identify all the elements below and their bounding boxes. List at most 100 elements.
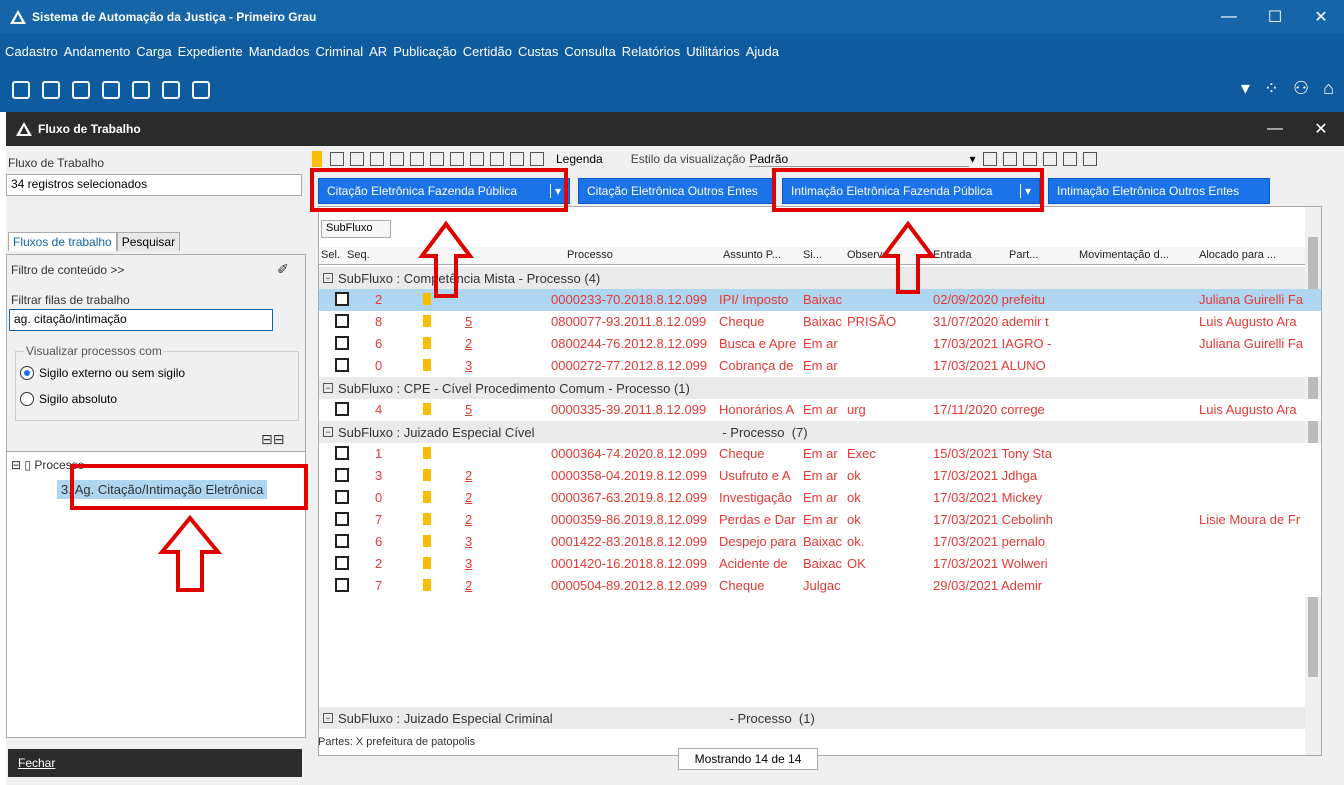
tool-icon-5[interactable]	[430, 152, 444, 166]
menu-certidao[interactable]: Certidão	[463, 44, 512, 59]
tool-icon-8[interactable]	[490, 152, 504, 166]
cell-count[interactable]: 3	[465, 534, 479, 549]
cell-count[interactable]: 2	[465, 490, 479, 505]
estilo-dropdown-icon[interactable]: ▾	[969, 152, 975, 166]
table-row[interactable]: 7 2 0000359-86.2019.8.12.099 Perdas e Dar Em…	[319, 509, 1321, 531]
col-seq[interactable]: Seq.	[347, 249, 370, 261]
menu-criminal[interactable]: Criminal	[315, 44, 363, 59]
maximize-button[interactable]: ☐	[1252, 0, 1298, 34]
col-alocado[interactable]: Alocado para ...	[1199, 249, 1276, 261]
row-checkbox[interactable]	[335, 402, 349, 416]
bookmark-icon[interactable]	[312, 151, 322, 167]
col-processo[interactable]: Processo	[567, 249, 613, 261]
cell-count[interactable]: 3	[465, 358, 479, 373]
save-icon[interactable]	[983, 152, 998, 166]
tool-icon-2[interactable]	[370, 152, 384, 166]
row-checkbox[interactable]	[335, 446, 349, 460]
expand-tree-icon[interactable]: ⊟⊟	[261, 431, 284, 448]
users-icon[interactable]: ⚇	[1293, 78, 1309, 99]
tool-icon-1[interactable]	[350, 152, 364, 166]
tab-pesquisar[interactable]: Pesquisar	[116, 232, 181, 251]
group-juizado-civel[interactable]: − SubFluxo : Juizado Especial Cível - Pro…	[319, 421, 1321, 443]
row-checkbox[interactable]	[335, 534, 349, 548]
table-row[interactable]: 3 2 0000358-04.2019.8.12.099 Usufruto e A Em…	[319, 465, 1321, 487]
menu-carga[interactable]: Carga	[136, 44, 171, 59]
menu-publicacao[interactable]: Publicação	[393, 44, 457, 59]
network-icon[interactable]	[132, 81, 150, 99]
minimize-button[interactable]: —	[1206, 0, 1252, 34]
table-row[interactable]: 7 2 0000504-89.2012.8.12.099 Cheque Julgac 29…	[319, 575, 1321, 597]
filtrar-input[interactable]: ag. citação/intimação	[9, 309, 273, 331]
group-cpe[interactable]: − SubFluxo : CPE - Cível Procedimento Com…	[319, 377, 1321, 399]
tool-icon-4[interactable]	[410, 152, 424, 166]
menu-mandados[interactable]: Mandados	[249, 44, 310, 59]
filtro-conteudo-link[interactable]: Filtro de conteúdo >>	[11, 263, 124, 277]
trash-icon[interactable]	[1083, 152, 1098, 166]
clear-filter-icon[interactable]: ✐	[277, 261, 289, 278]
table-row[interactable]: 6 2 0800244-76.2012.8.12.099 Busca e Apre Em…	[319, 333, 1321, 355]
row-checkbox[interactable]	[335, 336, 349, 350]
row-checkbox[interactable]	[335, 358, 349, 372]
cell-count[interactable]: 2	[465, 468, 479, 483]
window-icon[interactable]	[192, 81, 210, 99]
row-checkbox[interactable]	[335, 578, 349, 592]
cell-count[interactable]: 2	[465, 512, 479, 527]
sub-minimize-button[interactable]: —	[1252, 112, 1298, 146]
refresh-icon[interactable]	[330, 152, 344, 166]
search-icon[interactable]	[42, 81, 60, 99]
edit-icon[interactable]	[12, 81, 30, 99]
table-row[interactable]: 1 0000364-74.2020.8.12.099 Cheque Em ar Exec…	[319, 443, 1321, 465]
estilo-select[interactable]: Padrão	[749, 152, 970, 167]
row-checkbox[interactable]	[335, 512, 349, 526]
col-entrada[interactable]: Entrada	[933, 249, 972, 261]
loading-icon[interactable]: ⁘	[1264, 78, 1279, 99]
tab-fluxos[interactable]: Fluxos de trabalho	[8, 232, 117, 251]
row-checkbox[interactable]	[335, 556, 349, 570]
calendar-icon[interactable]	[72, 81, 90, 99]
table-row[interactable]: 2 3 0001420-16.2018.8.12.099 Acidente de Bai…	[319, 553, 1321, 575]
tool-icon-6[interactable]	[450, 152, 464, 166]
legenda-label[interactable]: Legenda	[556, 152, 603, 166]
col-assunto[interactable]: Assunto P...	[723, 249, 781, 261]
tool-icon-3[interactable]	[390, 152, 404, 166]
menu-andamento[interactable]: Andamento	[64, 44, 131, 59]
col-movimentacao[interactable]: Movimentação d...	[1079, 249, 1169, 261]
radio-sigilo-externo[interactable]: Sigilo externo ou sem sigilo	[20, 366, 185, 380]
table-row[interactable]: 6 3 0001422-83.2018.8.12.099 Despejo para Ba…	[319, 531, 1321, 553]
menu-relatorios[interactable]: Relatórios	[622, 44, 681, 59]
table-row[interactable]: 0 2 0000367-63.2019.8.12.099 Investigação Em…	[319, 487, 1321, 509]
menu-consulta[interactable]: Consulta	[564, 44, 615, 59]
subfluxo-group-tag[interactable]: SubFluxo	[321, 220, 391, 238]
fechar-button[interactable]: Fechar	[8, 749, 302, 777]
menu-ar[interactable]: AR	[369, 44, 387, 59]
delete-icon[interactable]	[1003, 152, 1018, 166]
menu-expediente[interactable]: Expediente	[178, 44, 243, 59]
col-si[interactable]: Si...	[803, 249, 822, 261]
btn-citacao-outros[interactable]: Citação Eletrônica Outros Entes	[578, 178, 774, 204]
row-checkbox[interactable]	[335, 314, 349, 328]
close-button[interactable]: ✕	[1298, 0, 1344, 34]
row-checkbox[interactable]	[335, 292, 349, 306]
tool-icon-7[interactable]	[470, 152, 484, 166]
copy-icon[interactable]	[1043, 152, 1058, 166]
btn-intimacao-outros[interactable]: Intimação Eletrônica Outros Entes	[1048, 178, 1270, 204]
menu-custas[interactable]: Custas	[518, 44, 558, 59]
export-icon[interactable]	[1063, 152, 1078, 166]
home-icon[interactable]: ⌂	[1323, 78, 1334, 99]
pencil-icon[interactable]	[1023, 152, 1038, 166]
menu-utilitarios[interactable]: Utilitários	[686, 44, 739, 59]
table-row[interactable]: 8 5 0800077-93.2011.8.12.099 Cheque Baixac PR…	[319, 311, 1321, 333]
dropdown-icon[interactable]: ▾	[1241, 78, 1250, 99]
radio-sigilo-absoluto[interactable]: Sigilo absoluto	[20, 392, 117, 406]
cell-count[interactable]: 2	[465, 336, 479, 351]
print-icon[interactable]	[102, 81, 120, 99]
tool-icon-10[interactable]	[530, 152, 544, 166]
row-checkbox[interactable]	[335, 468, 349, 482]
group-juizado-criminal[interactable]: − SubFluxo : Juizado Especial Criminal - …	[319, 707, 1321, 729]
menu-ajuda[interactable]: Ajuda	[746, 44, 779, 59]
col-sel[interactable]: Sel.	[321, 249, 340, 261]
table-row[interactable]: 0 3 0000272-77.2012.8.12.099 Cobrança de Em …	[319, 355, 1321, 377]
table-row[interactable]: 4 5 0000335-39.2011.8.12.099 Honorários A Em…	[319, 399, 1321, 421]
cell-count[interactable]: 2	[465, 578, 479, 593]
cell-count[interactable]: 5	[465, 314, 479, 329]
